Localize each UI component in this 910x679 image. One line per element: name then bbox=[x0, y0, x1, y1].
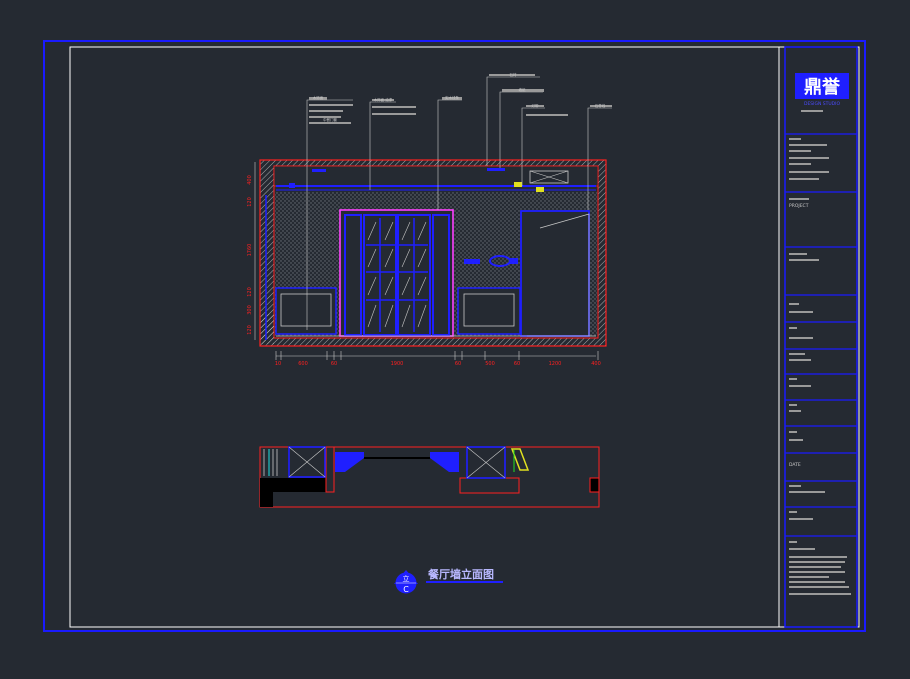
plan-column-left bbox=[325, 446, 335, 493]
dimension-label-vertical: 120 bbox=[247, 325, 253, 335]
wall-elevation bbox=[259, 159, 607, 347]
dimension-label-vertical: 120 bbox=[247, 287, 253, 297]
ceiling-fixture bbox=[536, 187, 544, 192]
title-block-placeholder-text bbox=[789, 110, 851, 595]
horizontal-dimension-labels: 10 600 60 1900 60 500 60 1200 400 bbox=[275, 351, 601, 367]
plan-door-jamb-left bbox=[335, 452, 364, 472]
plan-view bbox=[259, 446, 600, 508]
dimension-label-horizontal: 60 bbox=[455, 361, 461, 367]
callout-placeholder-text bbox=[309, 74, 612, 124]
ceiling-fixture bbox=[289, 183, 295, 188]
dimension-label-horizontal: 60 bbox=[331, 361, 337, 367]
dimension-label-vertical: 300 bbox=[247, 305, 253, 315]
callout-label: 墙纸 bbox=[519, 87, 527, 92]
plan-opening-right bbox=[459, 477, 520, 494]
plan-left-lines bbox=[263, 449, 278, 476]
cad-drawing: 木饰面 木饰面 油漆 实木线条 石材墙纸灯带 石膏线中餐门套 400 120 1760 120… bbox=[43, 40, 866, 632]
ceiling-fixture bbox=[514, 182, 522, 187]
plan-wall-end bbox=[589, 477, 600, 493]
logo-text: 鼎誉 bbox=[804, 76, 841, 98]
dimension-label-horizontal: 600 bbox=[298, 361, 308, 367]
title-block: 鼎誉 DESIGN STUDIO PROJECT DATE bbox=[784, 46, 858, 628]
dimension-label-horizontal: 1900 bbox=[391, 361, 404, 367]
callout-label: 石膏线 bbox=[595, 103, 606, 108]
vertical-dimension-labels: 400 120 1760 120 300 120 bbox=[247, 175, 253, 335]
view-marker-top: 立 bbox=[403, 574, 410, 583]
floor-hatch-left bbox=[261, 314, 274, 344]
dimension-label-horizontal: 400 bbox=[591, 361, 601, 367]
callout-label: 木饰面 bbox=[313, 95, 324, 100]
title-block-rows bbox=[785, 133, 857, 537]
dimension-label-horizontal: 10 bbox=[275, 361, 281, 367]
callout-label: 灯带 bbox=[532, 103, 540, 108]
right-opening bbox=[520, 210, 590, 337]
dimension-label-horizontal: 60 bbox=[514, 361, 520, 367]
callout-label: 实木线条 bbox=[445, 95, 459, 100]
logo-subtitle: DESIGN STUDIO bbox=[804, 101, 840, 107]
ceiling-fixture bbox=[487, 168, 505, 171]
dimension-label-vertical: 400 bbox=[247, 175, 253, 185]
callout-label: 石材 bbox=[510, 72, 518, 77]
plan-wall-left-top bbox=[260, 478, 326, 492]
wall-lamp-bar bbox=[510, 258, 518, 264]
right-wainscot-panel bbox=[457, 287, 521, 335]
left-wainscot-panel bbox=[275, 287, 337, 335]
dimension-label-horizontal: 500 bbox=[485, 361, 495, 367]
callout-label: 木饰面 油漆 bbox=[374, 97, 393, 102]
drawing-caption: 餐厅墙立面图 bbox=[427, 567, 494, 581]
view-marker-bottom: C bbox=[403, 585, 409, 594]
date-label: DATE bbox=[789, 462, 801, 468]
callout-label: 中餐门套 bbox=[323, 117, 337, 122]
ceiling-fixture bbox=[312, 169, 326, 172]
dimension-label-horizontal: 1200 bbox=[549, 361, 562, 367]
wall-lamp-left bbox=[464, 259, 480, 264]
project-label: PROJECT bbox=[789, 203, 809, 209]
view-marker: 立 C bbox=[394, 570, 418, 594]
dimension-label-vertical: 1760 bbox=[247, 244, 253, 257]
plan-door-jamb-right bbox=[430, 452, 459, 472]
dimension-label-vertical: 120 bbox=[247, 197, 253, 207]
